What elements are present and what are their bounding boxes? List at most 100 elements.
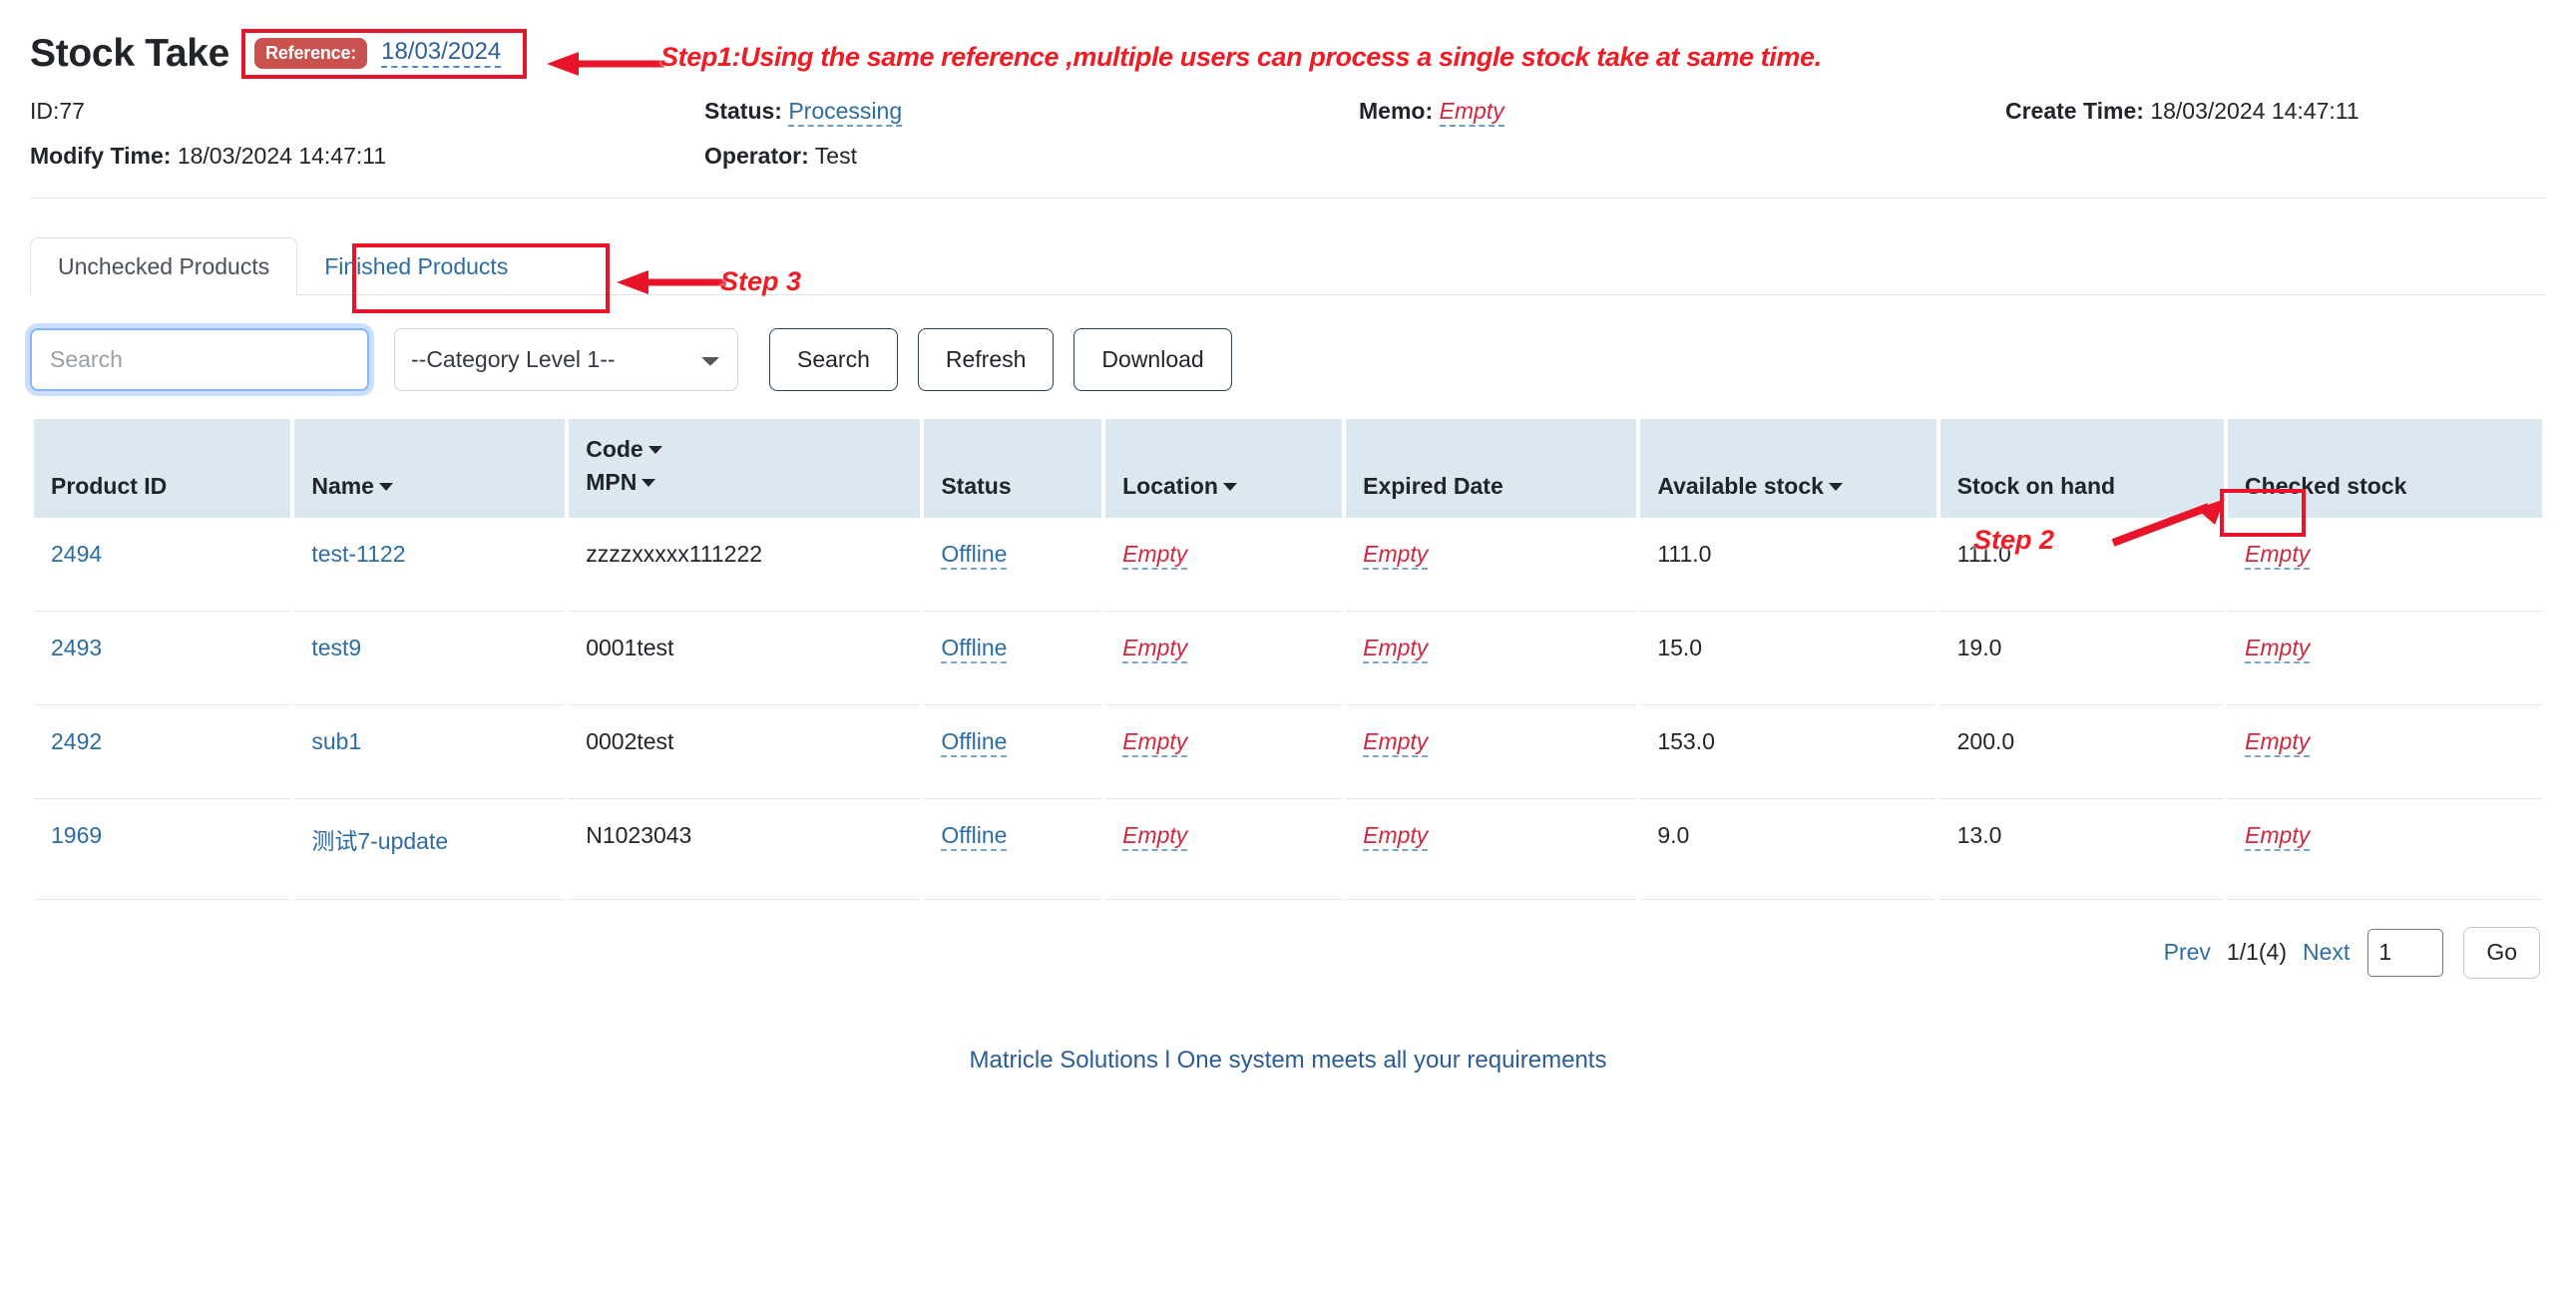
col-product-id: Product ID [34,418,291,518]
meta-operator: Operator: Test [704,143,1359,169]
reference-badge: Reference: [254,38,368,69]
cell-location: Empty [1105,798,1343,900]
cell-stock-on-hand: 13.0 [1939,798,2225,900]
cell-name: test9 [294,611,566,705]
col-available-stock-label: Available stock [1657,472,1824,499]
product-id-link[interactable]: 1969 [51,822,102,848]
header-meta-grid: ID:77 Status: Processing Memo: Empty Cre… [30,98,2546,170]
cell-stock-on-hand: 200.0 [1939,704,2225,799]
download-button[interactable]: Download [1073,327,1232,391]
table-row: 2492 sub1 0002test Offline Empty Empty 1… [34,704,2542,799]
meta-status: Status: Processing [704,98,1359,127]
cell-name: test-1122 [294,517,566,612]
cell-product-id: 2492 [34,704,291,799]
col-code-row[interactable]: Code [586,433,903,466]
col-code-mpn[interactable]: Code MPN [569,418,921,518]
pagination: Prev 1/1(4) Next Go [0,900,2576,979]
table-row: 1969 测试7-update N1023043 Offline Empty E… [34,798,2542,900]
col-checked-stock-label: Checked stock [2245,472,2407,499]
meta-id-value: ID:77 [30,98,85,124]
meta-operator-label: Operator: [704,143,809,170]
product-id-link[interactable]: 2493 [51,635,102,660]
sort-caret-down-icon[interactable] [1828,482,1843,491]
location-empty-link[interactable]: Empty [1122,634,1188,663]
page-header: Stock Take Reference: 18/03/2024 Step1:U… [0,0,2576,199]
prev-page-link[interactable]: Prev [2164,939,2211,966]
page-number-input[interactable] [2367,928,2444,977]
reference-highlight-box: Reference: 18/03/2024 [241,29,528,79]
footer-text: Matricle Solutions l One system meets al… [969,1046,1607,1074]
filter-toolbar: --Category Level 1-- Search Refresh Down… [0,295,2576,391]
cell-product-id: 1969 [34,798,291,900]
checked-stock-empty-link[interactable]: Empty [2245,727,2311,757]
product-id-link[interactable]: 2494 [51,541,102,567]
reference-value[interactable]: 18/03/2024 [381,39,502,69]
step2-arrow-icon [2111,498,2225,547]
col-mpn-label: MPN [586,469,638,496]
expired-date-empty-link[interactable]: Empty [1363,540,1429,570]
checked-stock-empty-link[interactable]: Empty [2245,821,2311,851]
cell-expired-date: Empty [1346,517,1637,612]
sort-caret-down-icon[interactable] [378,482,393,491]
next-page-link[interactable]: Next [2303,939,2350,966]
sort-caret-down-icon[interactable] [1222,482,1237,491]
sort-caret-down-icon[interactable] [647,445,662,454]
step3-arrow-icon [617,269,726,294]
checked-stock-empty-link[interactable]: Empty [2245,634,2311,663]
meta-status-label: Status: [704,98,782,124]
cell-checked-stock: Empty [2228,704,2542,799]
cell-name: sub1 [294,704,566,799]
refresh-button[interactable]: Refresh [917,327,1055,391]
col-mpn-row[interactable]: MPN [586,466,903,499]
product-name-link[interactable]: test-1122 [311,541,405,567]
checked-stock-empty-link[interactable]: Empty [2245,540,2311,570]
col-name[interactable]: Name [294,418,566,518]
status-link[interactable]: Offline [941,727,1008,757]
expired-date-empty-link[interactable]: Empty [1363,727,1429,757]
cell-location: Empty [1105,517,1343,612]
col-product-id-label: Product ID [51,472,168,499]
meta-memo-value[interactable]: Empty [1439,98,1504,127]
meta-create-time-value: 18/03/2024 14:47:11 [2150,98,2360,124]
status-link[interactable]: Offline [941,634,1008,663]
search-button[interactable]: Search [769,327,898,391]
search-input[interactable] [30,327,369,391]
expired-date-empty-link[interactable]: Empty [1363,634,1429,663]
cell-stock-on-hand: 19.0 [1939,611,2225,705]
table-body: 2494 test-1122 zzzzxxxxx111222 Offline E… [34,517,2542,900]
cell-code: 0002test [569,704,921,799]
product-name-link[interactable]: sub1 [311,728,361,754]
products-table: Product ID Name Code MPN Status Location [30,418,2546,900]
col-expired-date: Expired Date [1346,418,1637,518]
status-link[interactable]: Offline [941,540,1008,570]
location-empty-link[interactable]: Empty [1122,727,1188,757]
meta-spacer-2 [2005,143,2546,169]
meta-status-value[interactable]: Processing [788,98,903,127]
location-empty-link[interactable]: Empty [1122,821,1188,851]
header-divider [30,197,2546,199]
col-available-stock[interactable]: Available stock [1640,418,1936,518]
cell-status: Offline [924,517,1102,612]
status-link[interactable]: Offline [941,821,1008,851]
tab-unchecked-products[interactable]: Unchecked Products [30,236,298,295]
tab-finished-products[interactable]: Finished Products [297,238,535,294]
product-name-link[interactable]: test9 [311,635,361,660]
category-level-1-select[interactable]: --Category Level 1-- [394,327,738,391]
step3-annotation-text: Step 3 [720,265,802,296]
meta-modify-time-label: Modify Time: [30,143,172,170]
meta-operator-value: Test [814,143,857,170]
col-checked-stock: Checked stock [2228,418,2542,518]
col-status-label: Status [941,472,1012,499]
expired-date-empty-link[interactable]: Empty [1363,821,1429,851]
products-table-zone: Product ID Name Code MPN Status Location [0,418,2576,900]
cell-expired-date: Empty [1346,704,1637,799]
col-location[interactable]: Location [1105,418,1343,518]
col-code-mpn-stack: Code MPN [586,433,903,500]
go-to-page-button[interactable]: Go [2463,926,2540,979]
location-empty-link[interactable]: Empty [1122,540,1188,570]
product-name-link[interactable]: 测试7-update [311,828,448,854]
sort-caret-down-icon[interactable] [642,479,656,488]
product-id-link[interactable]: 2492 [51,728,102,754]
cell-name: 测试7-update [294,798,566,900]
meta-memo-label: Memo: [1359,98,1434,124]
